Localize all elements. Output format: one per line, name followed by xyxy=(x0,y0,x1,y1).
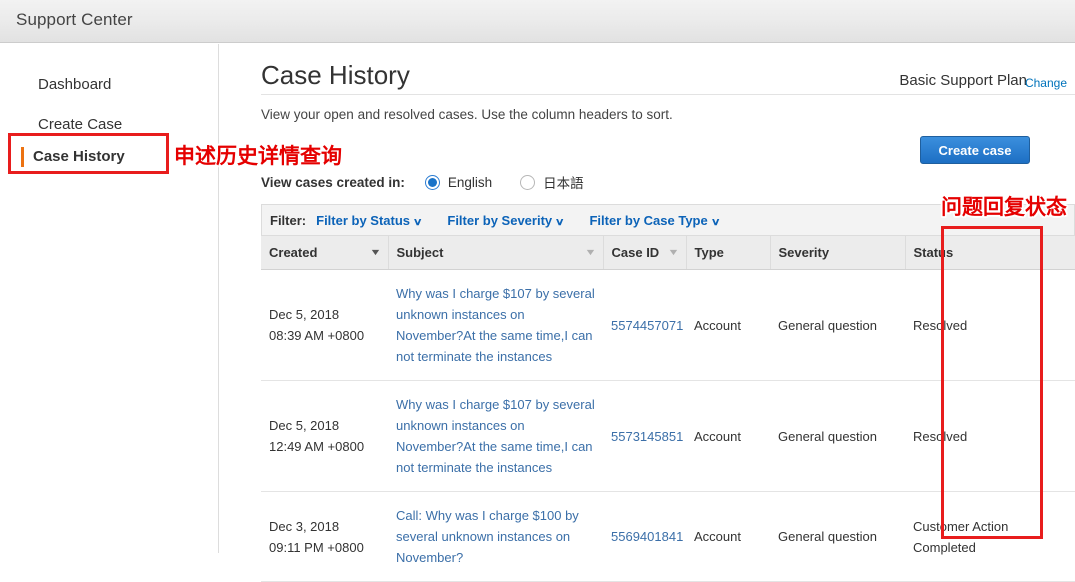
sidebar-item-label: Create Case xyxy=(38,116,123,133)
sort-descending-icon: ▼ xyxy=(583,247,597,257)
case-id-link[interactable]: 5573145851 xyxy=(611,429,683,444)
column-header-subject[interactable]: Subject ▼ xyxy=(388,235,604,270)
sidebar-item-label: Dashboard xyxy=(38,76,112,93)
sidebar-item-label: Case History xyxy=(33,148,125,165)
sidebar-item-create-case[interactable]: Create Case xyxy=(38,116,122,133)
case-subject-link[interactable]: Why was I charge $107 by several unknown… xyxy=(396,286,595,364)
cell-status: Customer Action Completed xyxy=(905,491,1075,582)
filter-label: Filter by Severity xyxy=(447,212,553,228)
create-case-button[interactable]: Create case xyxy=(920,136,1030,164)
table-row: Dec 3, 2018 09:11 PM +0800 Call: Why was… xyxy=(261,491,1075,582)
page-title: Case History xyxy=(261,60,410,90)
filter-by-status-dropdown[interactable]: Filter by Status ∨ xyxy=(316,212,423,228)
cell-created: Dec 3, 2018 09:11 PM +0800 xyxy=(261,491,388,582)
table-row: Dec 5, 2018 08:39 AM +0800 Why was I cha… xyxy=(261,269,1075,381)
language-option-label: English xyxy=(447,174,493,190)
cell-severity: General question xyxy=(770,491,905,582)
column-header-case-id[interactable]: Case ID ▼ xyxy=(603,235,687,270)
chevron-down-icon: ∨ xyxy=(412,216,423,228)
sidebar-item-dashboard[interactable]: Dashboard xyxy=(38,76,111,93)
case-subject-link[interactable]: Call: Why was I charge $100 by several u… xyxy=(396,508,579,565)
sidebar-item-case-history[interactable]: Case History xyxy=(33,148,125,165)
column-header-label: Created xyxy=(269,245,318,260)
cell-type: Account xyxy=(686,269,770,381)
cell-created: Dec 5, 2018 08:39 AM +0800 xyxy=(261,269,388,381)
table-body: Dec 5, 2018 08:39 AM +0800 Why was I cha… xyxy=(261,269,1075,582)
language-selector-label: View cases created in: xyxy=(261,174,405,190)
filter-label: Filter by Case Type xyxy=(589,212,708,228)
cell-severity: General question xyxy=(770,380,905,492)
cell-case-id: 5574457071 xyxy=(603,269,686,381)
table-header: Created ▼ Subject ▼ Case ID ▼ Type Sever… xyxy=(261,235,1075,270)
case-id-link[interactable]: 5569401841 xyxy=(611,529,683,544)
case-subject-link[interactable]: Why was I charge $107 by several unknown… xyxy=(396,397,595,475)
main-content: Case History Basic Support Plan Change V… xyxy=(220,44,1075,582)
radio-japanese-icon[interactable] xyxy=(520,174,536,190)
cell-subject: Call: Why was I charge $100 by several u… xyxy=(388,491,603,582)
case-id-link[interactable]: 5574457071 xyxy=(611,318,683,333)
cell-type: Account xyxy=(686,491,770,582)
app-header-bar: Support Center xyxy=(0,0,1075,43)
sort-descending-icon: ▼ xyxy=(666,247,680,257)
column-header-label: Status xyxy=(913,245,954,260)
language-selector: View cases created in: English 日本語 xyxy=(261,171,612,193)
filter-bar-label: Filter: xyxy=(270,212,307,228)
column-header-label: Case ID xyxy=(611,245,660,260)
filter-label: Filter by Status xyxy=(316,212,411,228)
change-plan-link[interactable]: Change xyxy=(1025,76,1067,90)
cell-subject: Why was I charge $107 by several unknown… xyxy=(388,269,603,381)
cell-created: Dec 5, 2018 12:49 AM +0800 xyxy=(261,380,388,492)
column-header-label: Type xyxy=(694,245,724,260)
cell-case-id: 5573145851 xyxy=(603,380,686,492)
cell-severity: General question xyxy=(770,269,905,381)
table-header-row: Created ▼ Subject ▼ Case ID ▼ Type Sever… xyxy=(261,235,1075,270)
chevron-down-icon: ∨ xyxy=(710,216,721,228)
language-option-english[interactable]: English xyxy=(424,174,493,190)
filter-bar: Filter: Filter by Status ∨ Filter by Seve… xyxy=(261,204,1075,235)
column-header-label: Subject xyxy=(396,245,444,260)
cell-subject: Why was I charge $107 by several unknown… xyxy=(388,380,603,492)
column-header-label: Severity xyxy=(778,245,830,260)
selected-item-accent-bar xyxy=(21,147,24,167)
language-option-label: 日本語 xyxy=(543,176,584,191)
filter-by-severity-dropdown[interactable]: Filter by Severity ∨ xyxy=(447,212,565,228)
title-divider xyxy=(261,94,1075,95)
column-header-status[interactable]: Status xyxy=(905,235,1075,270)
table-row: Dec 5, 2018 12:49 AM +0800 Why was I cha… xyxy=(261,380,1075,492)
cell-status: Resolved xyxy=(905,380,1075,492)
column-header-severity[interactable]: Severity xyxy=(770,235,906,270)
page-subtitle: View your open and resolved cases. Use t… xyxy=(261,107,673,122)
cell-type: Account xyxy=(686,380,770,492)
support-plan-label: Basic Support Plan xyxy=(899,72,1027,89)
cell-case-id: 5569401841 xyxy=(603,491,686,582)
app-title: Support Center xyxy=(16,10,133,29)
column-header-type[interactable]: Type xyxy=(686,235,771,270)
chevron-down-icon: ∨ xyxy=(554,216,565,228)
sidebar-nav: Dashboard Create Case Case History xyxy=(0,44,219,553)
radio-english-icon[interactable] xyxy=(424,174,440,190)
cell-status: Resolved xyxy=(905,269,1075,381)
column-header-created[interactable]: Created ▼ xyxy=(261,235,389,270)
case-history-table: Created ▼ Subject ▼ Case ID ▼ Type Sever… xyxy=(261,235,1075,582)
language-option-japanese[interactable]: 日本語 xyxy=(520,172,584,192)
sort-descending-icon: ▼ xyxy=(368,247,382,257)
filter-by-case-type-dropdown[interactable]: Filter by Case Type ∨ xyxy=(589,212,721,228)
